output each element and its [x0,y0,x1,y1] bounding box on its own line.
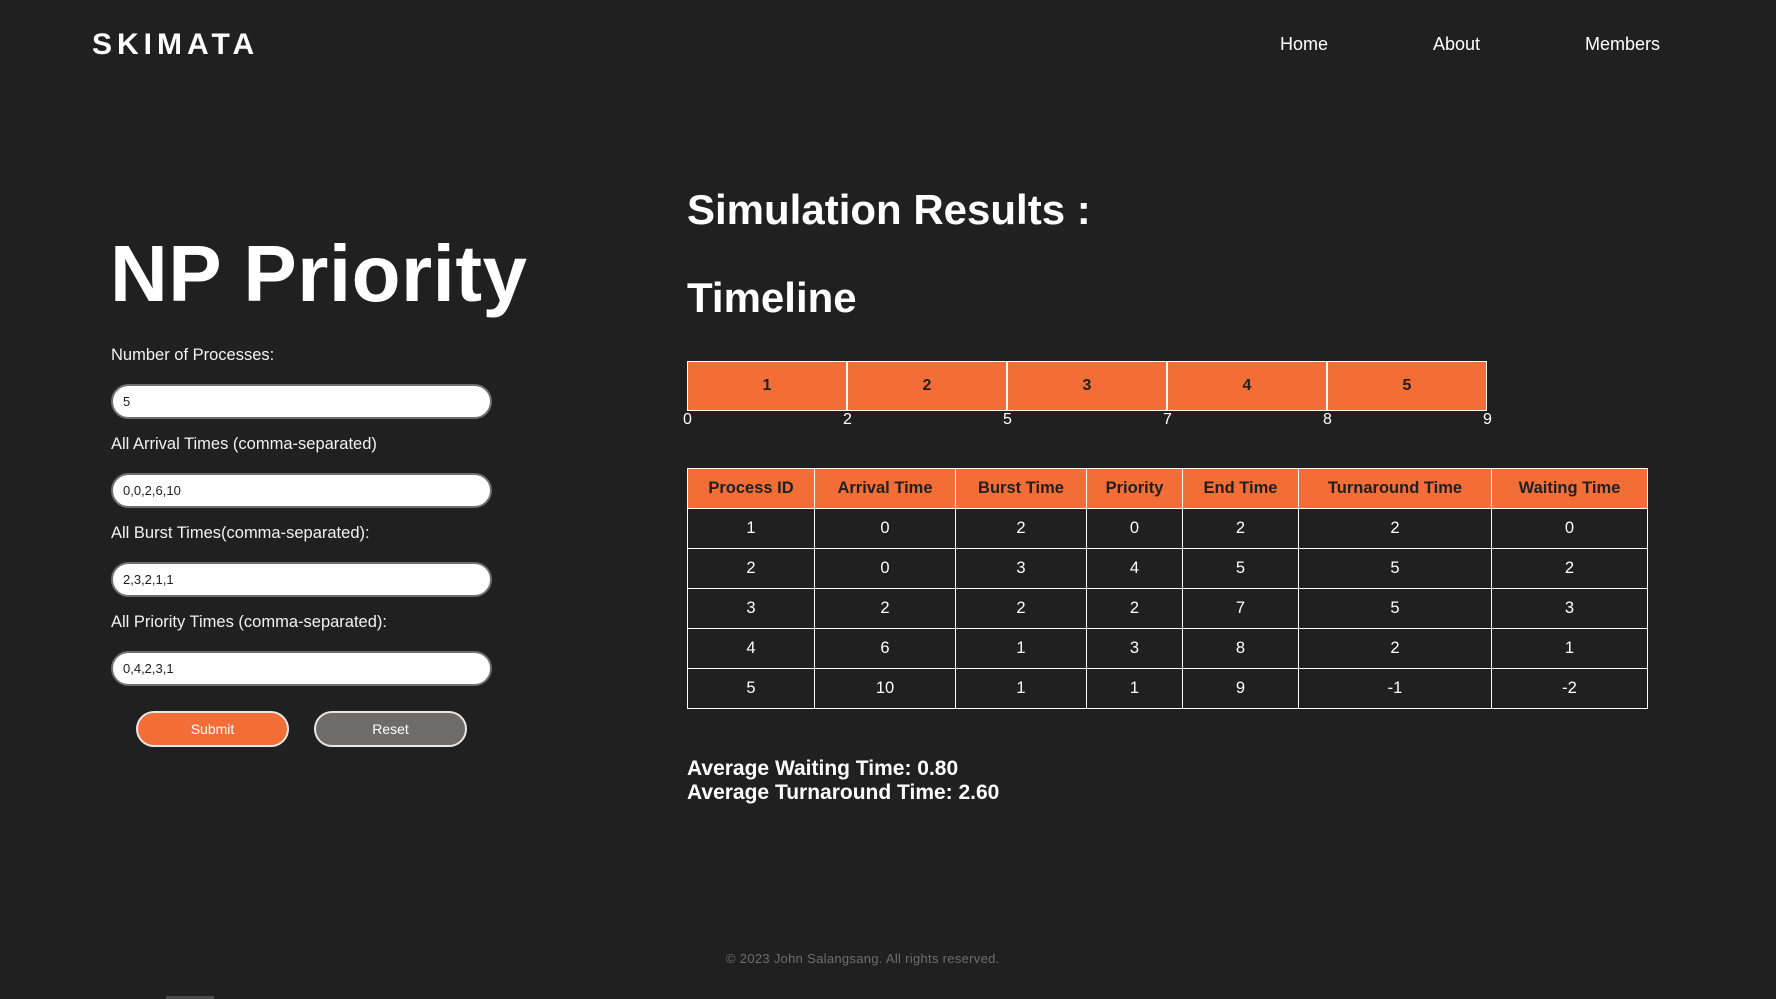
gantt-block: 5 [1327,361,1487,411]
table-cell: 2 [687,548,815,589]
table-cell: 8 [1182,628,1299,669]
average-turnaround-time: Average Turnaround Time: 2.60 [687,781,1000,804]
table-cell: 6 [814,628,956,669]
table-row: 2 0 3 4 5 5 2 [687,548,1648,589]
arrival-times-label: All Arrival Times (comma-separated) [111,435,377,453]
table-cell: 2 [1491,548,1648,589]
table-header-row: Process ID Arrival Time Burst Time Prior… [687,468,1648,509]
header-process-id: Process ID [687,468,815,509]
table-cell: 1 [955,668,1087,709]
average-waiting-time: Average Waiting Time: 0.80 [687,757,959,780]
table-row: 4 6 1 3 8 2 1 [687,628,1648,669]
gantt-tick-label: 2 [843,411,852,428]
num-processes-input[interactable] [111,384,492,419]
table-cell: 2 [1298,508,1492,549]
footer-copyright: © 2023 John Salangsang. All rights reser… [726,951,1000,966]
submit-button[interactable]: Submit [136,711,289,747]
gantt-tick-label: 9 [1483,411,1492,428]
table-cell: 5 [1298,588,1492,629]
gantt-tick-label: 7 [1163,411,1172,428]
table-cell: 2 [955,508,1087,549]
burst-times-input[interactable] [111,562,492,597]
table-row: 3 2 2 2 7 5 3 [687,588,1648,629]
arrival-times-input[interactable] [111,473,492,508]
table-cell: 10 [814,668,956,709]
table-cell: 1 [955,628,1087,669]
table-cell: 1 [1086,668,1183,709]
table-row: 1 0 2 0 2 2 0 [687,508,1648,549]
table-cell: 0 [1086,508,1183,549]
priority-times-label: All Priority Times (comma-separated): [111,613,387,631]
table-cell: 2 [1298,628,1492,669]
reset-button[interactable]: Reset [314,711,467,747]
num-processes-label: Number of Processes: [111,346,275,364]
table-row: 5 10 1 1 9 -1 -2 [687,668,1648,709]
gantt-chart: 12345 [687,361,1487,411]
table-cell: 2 [814,588,956,629]
header-waiting-time: Waiting Time [1491,468,1648,509]
table-cell: 4 [687,628,815,669]
table-cell: 3 [955,548,1087,589]
gantt-block: 3 [1007,361,1167,411]
table-cell: 4 [1086,548,1183,589]
table-cell: 5 [1298,548,1492,589]
gantt-block: 4 [1167,361,1327,411]
header-end-time: End Time [1182,468,1299,509]
table-cell: 3 [1086,628,1183,669]
header-arrival-time: Arrival Time [814,468,956,509]
table-cell: 1 [687,508,815,549]
table-cell: 5 [1182,548,1299,589]
page-title: NP Priority [110,229,528,318]
nav-about-link[interactable]: About [1433,34,1480,55]
page: SKIMATA Home About Members NP Priority N… [0,0,1776,999]
gantt-tick-label: 0 [683,411,692,428]
burst-times-label: All Burst Times(comma-separated): [111,524,370,542]
table-cell: -1 [1298,668,1492,709]
results-heading: Simulation Results : [687,186,1091,233]
main-nav: Home About Members [0,34,1776,58]
table-cell: 7 [1182,588,1299,629]
gantt-tick-label: 5 [1003,411,1012,428]
gantt-ticks: 0 2 5 7 8 9 [683,411,1507,433]
table-cell: 9 [1182,668,1299,709]
timeline-heading: Timeline [687,274,857,321]
results-table: Process ID Arrival Time Burst Time Prior… [687,468,1648,709]
table-cell: 0 [814,508,956,549]
header-burst-time: Burst Time [955,468,1087,509]
header-turnaround-time: Turnaround Time [1298,468,1492,509]
table-cell: 2 [955,588,1087,629]
gantt-block: 2 [847,361,1007,411]
table-cell: 3 [687,588,815,629]
gantt-block: 1 [687,361,847,411]
table-cell: 0 [814,548,956,589]
nav-members-link[interactable]: Members [1585,34,1660,55]
nav-home-link[interactable]: Home [1280,34,1328,55]
table-cell: 5 [687,668,815,709]
table-cell: 0 [1491,508,1648,549]
table-cell: 3 [1491,588,1648,629]
table-cell: 2 [1182,508,1299,549]
priority-times-input[interactable] [111,651,492,686]
table-cell: -2 [1491,668,1648,709]
table-cell: 1 [1491,628,1648,669]
table-cell: 2 [1086,588,1183,629]
gantt-tick-label: 8 [1323,411,1332,428]
header-priority: Priority [1086,468,1183,509]
